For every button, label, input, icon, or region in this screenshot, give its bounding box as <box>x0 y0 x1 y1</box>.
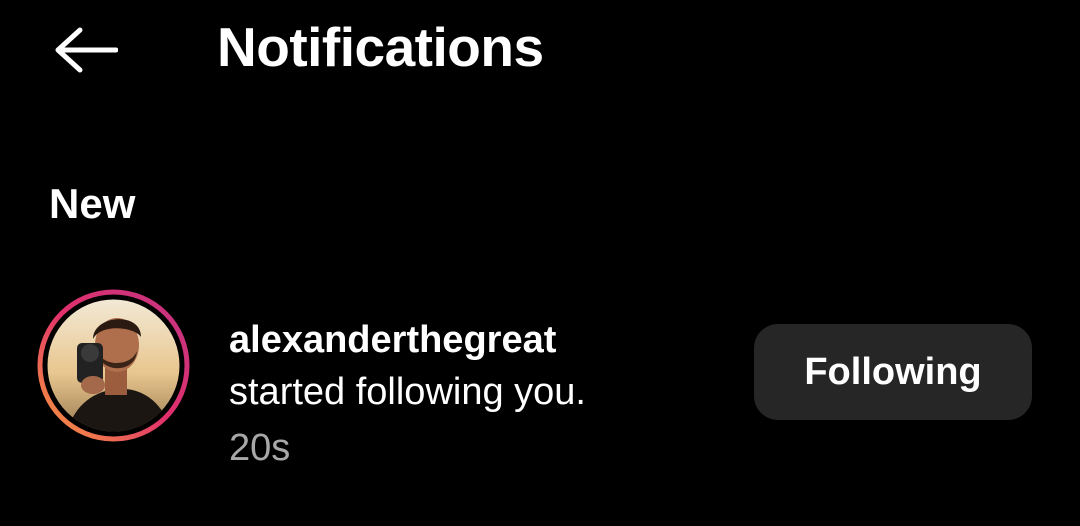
notification-timestamp: 20s <box>229 427 291 469</box>
section-label-new: New <box>49 180 136 227</box>
following-button[interactable]: Following <box>754 324 1032 420</box>
notification-username[interactable]: alexanderthegreat <box>229 317 556 363</box>
notification-message: started following you. <box>229 371 586 413</box>
avatar[interactable] <box>35 287 192 444</box>
top-app-bar: Notifications <box>0 0 1080 100</box>
page-title: Notifications <box>217 16 544 78</box>
back-button[interactable] <box>44 18 124 82</box>
notification-row[interactable]: alexanderthegreat started following you.… <box>0 285 1080 475</box>
